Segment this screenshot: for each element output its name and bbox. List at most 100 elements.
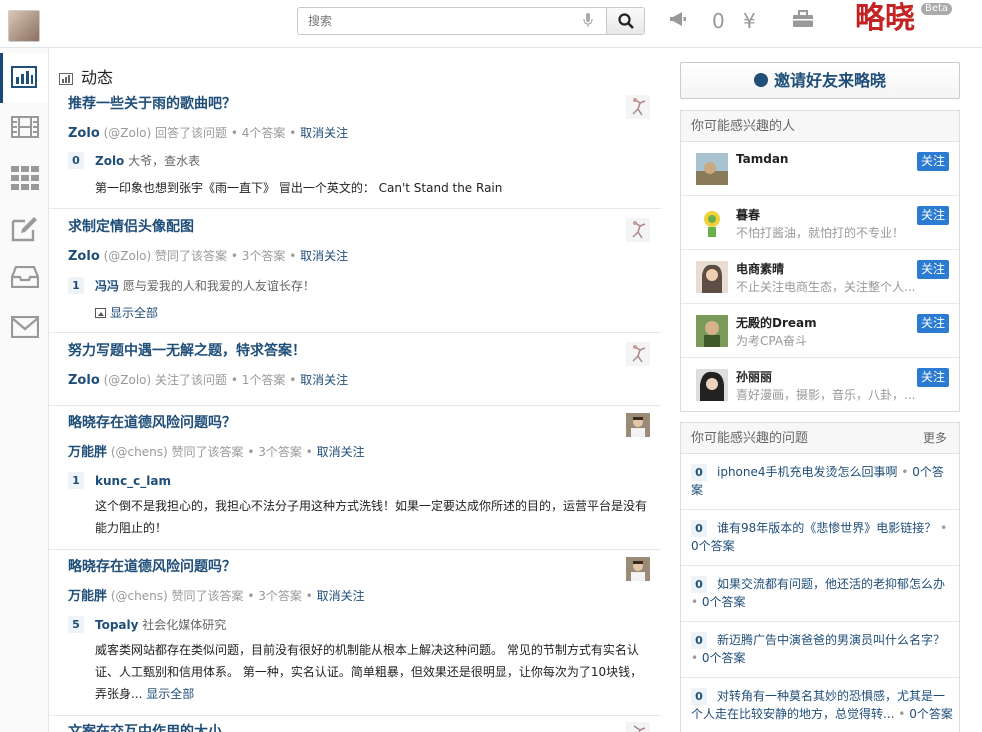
user-handle: (@Zolo) bbox=[103, 373, 152, 387]
question-link[interactable]: iphone4手机充电发烫怎么回事啊 bbox=[717, 465, 898, 479]
answer-author[interactable]: Zolo bbox=[95, 154, 124, 168]
nav-apps[interactable] bbox=[0, 153, 48, 203]
question-link[interactable]: 新迈腾广告中演爸爸的男演员叫什么名字？ bbox=[717, 633, 945, 647]
follow-button[interactable]: 关注 bbox=[917, 152, 949, 171]
more-link[interactable]: 更多 bbox=[923, 423, 947, 454]
nav-mail[interactable] bbox=[0, 303, 48, 353]
user-thumbnail[interactable] bbox=[626, 557, 650, 581]
person-name[interactable]: 暮春 bbox=[736, 206, 760, 223]
person-item: 孙丽丽 喜好漫画，摄影，音乐，八卦，... 关注 bbox=[681, 358, 959, 412]
user-avatar[interactable] bbox=[8, 10, 40, 42]
answer-author[interactable]: Topaly bbox=[95, 618, 138, 632]
user-link[interactable]: 万能胖 bbox=[68, 445, 107, 460]
unfollow-link[interactable]: 取消关注 bbox=[317, 445, 365, 459]
user-thumbnail[interactable] bbox=[626, 218, 650, 242]
briefcase-icon[interactable] bbox=[792, 10, 814, 32]
activity-feed: 动态 推荐一些关于雨的歌曲吧？ Zolo (@Zolo) 回答了该问题 • 4个… bbox=[49, 48, 661, 732]
answer-body: 威客类网站都存在类似问题，目前没有很好的机制能从根本上解决这种问题。 常见的节制… bbox=[95, 639, 651, 705]
person-avatar[interactable] bbox=[696, 315, 728, 347]
unfollow-link[interactable]: 取消关注 bbox=[300, 249, 348, 263]
answer-count[interactable]: 3个答案 bbox=[242, 249, 286, 263]
user-thumbnail[interactable] bbox=[626, 413, 650, 437]
answer-count[interactable]: 1个答案 bbox=[242, 373, 286, 387]
person-avatar[interactable] bbox=[696, 153, 728, 185]
follow-button[interactable]: 关注 bbox=[917, 314, 949, 333]
nav-activity[interactable] bbox=[0, 53, 48, 103]
user-link[interactable]: Zolo bbox=[68, 373, 100, 388]
question-item: 0 新迈腾广告中演爸爸的男演员叫什么名字？ • 0个答案 bbox=[681, 622, 959, 678]
microphone-icon[interactable] bbox=[583, 13, 597, 29]
question-title[interactable]: 求制定情侣头像配图 bbox=[68, 218, 194, 236]
person-name[interactable]: 电商素晴 bbox=[736, 260, 784, 277]
search-input[interactable] bbox=[298, 8, 604, 34]
author-bio: 愿与爱我的人和我爱的人友谊长存！ bbox=[122, 279, 315, 293]
vote-count[interactable]: 1 bbox=[68, 277, 84, 294]
question-title[interactable]: 略晓存在道德风险问题吗？ bbox=[68, 414, 236, 432]
answer-author[interactable]: 冯冯 bbox=[95, 279, 119, 293]
person-item: Tamdan 关注 bbox=[681, 142, 959, 196]
question-title[interactable]: 推荐一些关于雨的歌曲吧？ bbox=[68, 95, 236, 113]
question-item: 0 如果交流都有问题，他还活的老抑郁怎么办 • 0个答案 bbox=[681, 566, 959, 622]
item-meta: Zolo (@Zolo) 回答了该问题 • 4个答案 • 取消关注 bbox=[68, 126, 349, 141]
person-name[interactable]: 孙丽丽 bbox=[736, 368, 772, 385]
unfollow-link[interactable]: 取消关注 bbox=[317, 589, 365, 603]
user-thumbnail[interactable] bbox=[626, 342, 650, 366]
invite-label: 邀请好友来略晓 bbox=[773, 71, 886, 90]
people-suggestions: 你可能感兴趣的人 Tamdan 关注 暮春 不怕打酱油，就怕打的不专业！ 关注 … bbox=[680, 110, 960, 412]
nav-write[interactable] bbox=[0, 203, 48, 253]
user-handle: (@chens) bbox=[110, 445, 168, 459]
person-avatar[interactable] bbox=[696, 369, 728, 401]
unfollow-link[interactable]: 取消关注 bbox=[300, 126, 348, 140]
answer-author[interactable]: kunc_c_lam bbox=[95, 474, 171, 488]
show-all-link[interactable]: 显示全部 bbox=[146, 687, 194, 701]
vote-count[interactable]: 1 bbox=[68, 472, 84, 489]
item-meta: Zolo (@Zolo) 关注了该问题 • 1个答案 • 取消关注 bbox=[68, 373, 349, 388]
person-item: 电商素晴 不止关注电商生态，关注整个人... 关注 bbox=[681, 250, 959, 304]
question-title[interactable]: 努力写题中遇一无解之题，特求答案！ bbox=[68, 342, 306, 360]
question-link[interactable]: 如果交流都有问题，他还活的老抑郁怎么办 bbox=[717, 577, 945, 591]
grid-icon bbox=[11, 166, 39, 190]
megaphone-icon[interactable] bbox=[668, 10, 688, 32]
currency-icon[interactable]: ¥ bbox=[743, 10, 756, 32]
person-name[interactable]: 无殿的Dream bbox=[736, 314, 817, 331]
user-link[interactable]: Zolo bbox=[68, 126, 100, 141]
answer-count[interactable]: 4个答案 bbox=[242, 126, 286, 140]
follow-button[interactable]: 关注 bbox=[917, 206, 949, 225]
user-thumbnail[interactable] bbox=[626, 95, 650, 119]
answer-author-line: kunc_c_lam bbox=[95, 472, 171, 490]
search-button[interactable] bbox=[606, 8, 644, 34]
brand-logo[interactable]: 略晓 bbox=[855, 2, 915, 36]
question-answers[interactable]: 0个答案 bbox=[691, 539, 735, 553]
notification-count[interactable]: 0 bbox=[712, 10, 725, 32]
vote-count[interactable]: 0 bbox=[68, 152, 84, 169]
person-name[interactable]: Tamdan bbox=[736, 152, 788, 166]
question-title[interactable]: 文案在交互中作用的大小 bbox=[68, 723, 222, 732]
follow-button[interactable]: 关注 bbox=[917, 368, 949, 387]
question-title[interactable]: 略晓存在道德风险问题吗？ bbox=[68, 558, 236, 576]
answer-count[interactable]: 3个答案 bbox=[258, 589, 302, 603]
show-all-link[interactable]: 显示全部 bbox=[110, 306, 158, 320]
nav-videos[interactable] bbox=[0, 103, 48, 153]
feed-item: 略晓存在道德风险问题吗？ 万能胖 (@chens) 赞同了该答案 • 3个答案 … bbox=[49, 550, 661, 716]
inbox-icon bbox=[11, 266, 39, 288]
person-desc: 为考CPA奋斗 bbox=[736, 334, 808, 348]
question-answers[interactable]: 0个答案 bbox=[702, 651, 746, 665]
question-link[interactable]: 谁有98年版本的《悲惨世界》电影链接？ bbox=[717, 521, 936, 535]
question-answers[interactable]: 0个答案 bbox=[909, 707, 953, 721]
person-avatar[interactable] bbox=[696, 261, 728, 293]
question-link[interactable]: 对转角有一种莫名其妙的恐惧感，尤其是一个人走在比较安静的地方，总觉得转... bbox=[691, 689, 945, 721]
person-avatar[interactable] bbox=[696, 207, 728, 239]
item-meta: Zolo (@Zolo) 赞同了该答案 • 3个答案 • 取消关注 bbox=[68, 249, 349, 264]
user-thumbnail[interactable] bbox=[626, 722, 650, 732]
answer-count[interactable]: 3个答案 bbox=[258, 445, 302, 459]
question-answers[interactable]: 0个答案 bbox=[702, 595, 746, 609]
feed-item: 努力写题中遇一无解之题，特求答案！ Zolo (@Zolo) 关注了该问题 • … bbox=[49, 333, 661, 406]
user-link[interactable]: 万能胖 bbox=[68, 589, 107, 604]
bar-chart-icon bbox=[59, 72, 73, 85]
vote-count[interactable]: 5 bbox=[68, 616, 84, 633]
unfollow-link[interactable]: 取消关注 bbox=[300, 373, 348, 387]
follow-button[interactable]: 关注 bbox=[917, 260, 949, 279]
user-link[interactable]: Zolo bbox=[68, 249, 100, 264]
invite-friends-button[interactable]: 邀请好友来略晓 bbox=[680, 62, 960, 99]
nav-inbox[interactable] bbox=[0, 253, 48, 303]
